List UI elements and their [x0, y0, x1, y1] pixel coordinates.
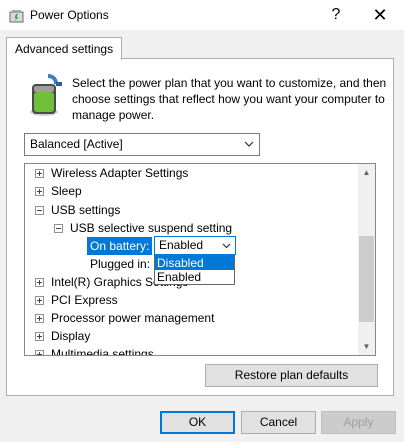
ok-button[interactable]: OK: [160, 411, 235, 434]
tab-advanced-settings[interactable]: Advanced settings: [6, 37, 123, 60]
tree-item-label: Multimedia settings: [51, 347, 154, 356]
plugged-in-label[interactable]: Plugged in:: [90, 255, 150, 273]
scroll-down-arrow-icon[interactable]: ▼: [358, 338, 375, 355]
tree-item-label: PCI Express: [51, 293, 118, 307]
on-battery-dropdown-list: Disabled Enabled: [154, 255, 235, 285]
collapse-minus-icon[interactable]: [54, 224, 63, 233]
scroll-up-arrow-icon[interactable]: ▲: [358, 164, 375, 181]
expand-plus-icon[interactable]: [35, 187, 44, 196]
tree-item-label: Sleep: [51, 184, 82, 198]
tree-scrollbar[interactable]: ▲ ▼: [358, 164, 375, 355]
tree-item-label: USB settings: [51, 203, 121, 217]
expand-plus-icon[interactable]: [35, 350, 44, 355]
tree-item-label: USB selective suspend setting: [70, 221, 233, 235]
chevron-down-icon: [222, 243, 231, 249]
settings-tree[interactable]: Wireless Adapter Settings Sleep USB sett…: [24, 163, 376, 356]
chevron-down-icon: [244, 141, 254, 147]
expand-plus-icon[interactable]: [35, 332, 44, 341]
power-options-icon: [9, 10, 24, 23]
dropdown-option-disabled[interactable]: Disabled: [155, 256, 234, 270]
expand-plus-icon[interactable]: [35, 296, 44, 305]
power-plan-select[interactable]: Balanced [Active]: [24, 133, 260, 156]
tree-item-label: Processor power management: [51, 311, 215, 325]
apply-button[interactable]: Apply: [321, 411, 396, 434]
expand-plus-icon[interactable]: [35, 169, 44, 178]
collapse-minus-icon[interactable]: [35, 206, 44, 215]
power-plan-value: Balanced [Active]: [30, 137, 123, 151]
tree-item-label: Wireless Adapter Settings: [51, 166, 189, 180]
expand-plus-icon[interactable]: [35, 314, 44, 323]
restore-plan-defaults-button[interactable]: Restore plan defaults: [205, 364, 378, 387]
expand-plus-icon[interactable]: [35, 278, 44, 287]
help-button[interactable]: ?: [314, 0, 358, 30]
dropdown-option-enabled[interactable]: Enabled: [155, 270, 234, 284]
scrollbar-thumb[interactable]: [359, 236, 374, 322]
on-battery-value: Enabled: [159, 238, 204, 252]
window-title: Power Options: [30, 8, 109, 22]
on-battery-select[interactable]: Enabled: [154, 236, 236, 255]
cancel-button[interactable]: Cancel: [241, 411, 316, 434]
close-button[interactable]: ✕: [358, 0, 402, 30]
tree-item-label: Display: [51, 329, 91, 343]
instructions-text: Select the power plan that you want to c…: [72, 76, 387, 122]
battery-plan-icon: [30, 74, 62, 116]
on-battery-label[interactable]: On battery:: [87, 237, 153, 255]
